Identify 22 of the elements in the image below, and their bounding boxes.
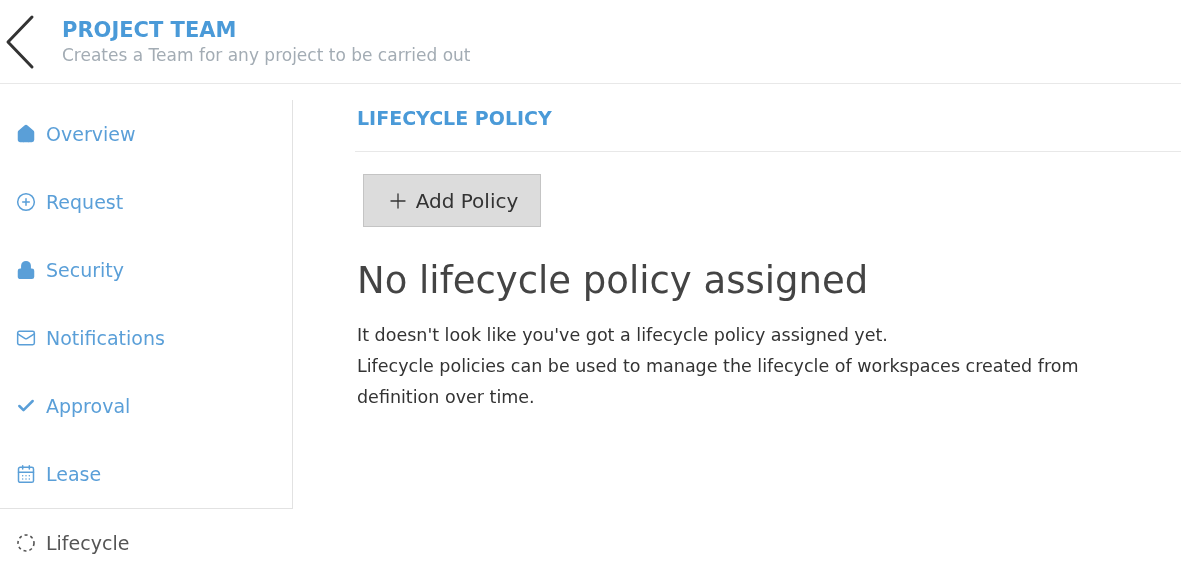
sidebar-item[interactable]: Lease	[0, 440, 293, 508]
empty-text: Lifecycle policies can be used to manage the lifecycle of workspaces created from	[357, 355, 1080, 378]
empty-text: definition over time.	[357, 386, 536, 409]
calendar-icon	[16, 464, 36, 484]
empty-text: It doesn't look like you've got a lifecycle policy assigned yet.	[357, 324, 889, 347]
sidebar-item[interactable]: Security	[0, 236, 293, 304]
lock-icon	[16, 260, 36, 280]
mail-icon	[16, 328, 36, 348]
empty-title: No lifecycle policy assigned	[357, 259, 870, 302]
sidebar-item[interactable]: Approval	[0, 372, 293, 440]
sidebar-item[interactable]: Lifecycle	[0, 508, 293, 573]
page-title: PROJECT TEAM	[62, 18, 238, 42]
plus-circle-icon	[16, 192, 36, 212]
refresh-icon	[16, 532, 36, 553]
sidebar-item[interactable]: Request	[0, 168, 293, 236]
home-icon	[16, 124, 36, 144]
back-icon[interactable]	[4, 13, 36, 70]
sidebar-item[interactable]: Overview	[0, 100, 293, 168]
sidebar-item[interactable]: Notifications	[0, 304, 293, 372]
page-subtitle: Creates a Team for any project to be carried out	[62, 45, 471, 65]
section-title: LIFECYCLE POLICY	[355, 100, 1181, 152]
add-policy-button[interactable]: Add Policy	[363, 174, 541, 227]
